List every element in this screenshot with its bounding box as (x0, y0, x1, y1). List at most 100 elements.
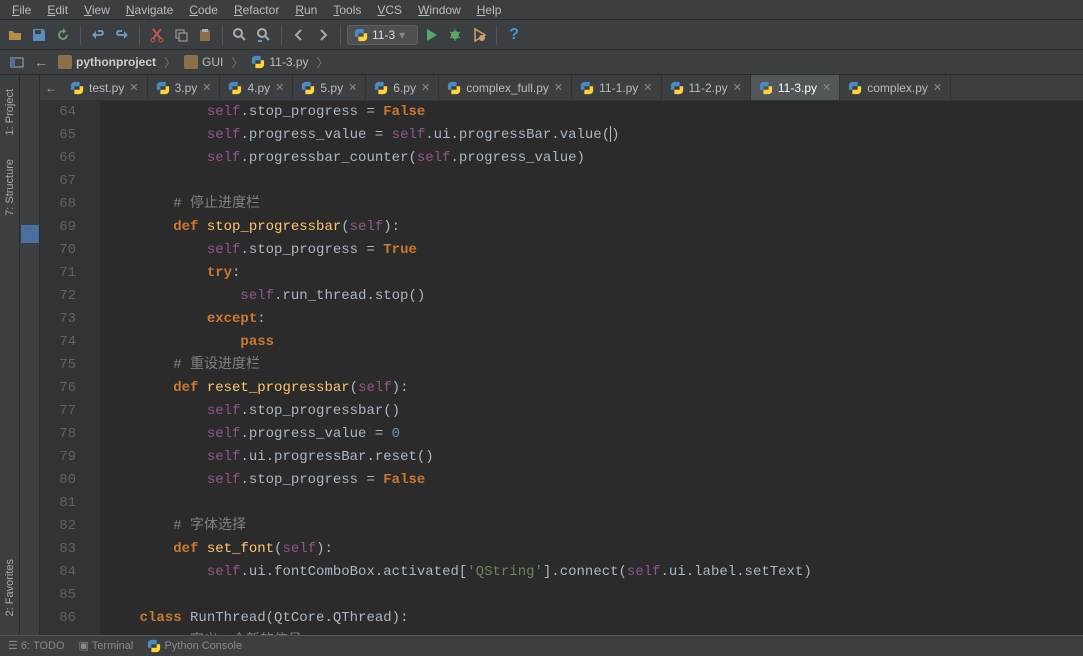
breadcrumb: ← pythonproject 〉 GUI 〉 11-3.py 〉 (0, 50, 1083, 75)
sidebar-tab-structure[interactable]: 7: Structure (2, 155, 18, 220)
menu-tools[interactable]: Tools (325, 1, 369, 18)
status-bar: ☰ 6: TODO ▣ Terminal Python Console (0, 635, 1083, 655)
python-icon (301, 81, 315, 95)
toolbar: 11-3 ▾ ? (0, 20, 1083, 50)
run-config-selector[interactable]: 11-3 ▾ (347, 25, 418, 45)
tab-label: 5.py (320, 81, 343, 95)
tab-label: 11-1.py (599, 81, 638, 95)
python-icon (156, 81, 170, 95)
file-tab[interactable]: 5.py ✕ (293, 75, 366, 100)
run-icon[interactable] (420, 24, 442, 46)
editor-tabs: ← test.py✕3.py✕4.py✕5.py✕6.py✕complex_fu… (40, 75, 1083, 101)
menu-help[interactable]: Help (469, 1, 510, 18)
file-tab[interactable]: 4.py ✕ (220, 75, 293, 100)
redo-icon[interactable] (111, 24, 133, 46)
cut-icon[interactable] (146, 24, 168, 46)
tab-label: complex.py (867, 81, 928, 95)
help-icon[interactable]: ? (503, 24, 525, 46)
menu-file[interactable]: File (4, 1, 39, 18)
menu-edit[interactable]: Edit (39, 1, 76, 18)
paste-icon[interactable] (194, 24, 216, 46)
python-icon (580, 81, 594, 95)
find-icon[interactable] (229, 24, 251, 46)
folder-icon (58, 55, 72, 69)
collapse-icon[interactable] (6, 51, 28, 73)
line-number-gutter: 6465666768697071727374757677787980818283… (40, 101, 88, 655)
menu-bar: FileEditViewNavigateCodeRefactorRunTools… (0, 0, 1083, 20)
python-icon (251, 55, 265, 69)
python-icon (759, 81, 773, 95)
active-indicator (21, 225, 39, 243)
source-text[interactable]: self.stop_progress = False self.progress… (100, 101, 1083, 655)
save-icon[interactable] (28, 24, 50, 46)
close-icon[interactable]: ✕ (822, 81, 831, 94)
file-tab[interactable]: test.py ✕ (62, 75, 148, 100)
file-tab[interactable]: complex.py ✕ (840, 75, 951, 100)
run-tests-icon[interactable] (468, 24, 490, 46)
tab-label: 3.py (175, 81, 198, 95)
debug-icon[interactable] (444, 24, 466, 46)
python-icon (670, 81, 684, 95)
tab-label: complex_full.py (466, 81, 549, 95)
close-icon[interactable]: ✕ (202, 81, 211, 94)
file-tab[interactable]: 11-3.py ✕ (751, 75, 840, 100)
python-icon (374, 81, 388, 95)
status-todo[interactable]: ☰ 6: TODO (8, 639, 65, 652)
replace-icon[interactable] (253, 24, 275, 46)
code-editor[interactable]: 6465666768697071727374757677787980818283… (40, 101, 1083, 655)
file-tab[interactable]: 11-1.py ✕ (572, 75, 661, 100)
menu-view[interactable]: View (76, 1, 118, 18)
tab-left-icon[interactable]: ← (30, 51, 52, 73)
tab-scroll-left-icon[interactable]: ← (40, 77, 62, 99)
crumb-file[interactable]: 11-3.py (247, 53, 312, 71)
close-icon[interactable]: ✕ (733, 81, 742, 94)
close-icon[interactable]: ✕ (554, 81, 563, 94)
file-tab[interactable]: 11-2.py ✕ (662, 75, 751, 100)
fold-column (88, 101, 100, 655)
python-icon (70, 81, 84, 95)
separator (281, 25, 282, 45)
run-config-label: 11-3 (372, 28, 395, 42)
refresh-icon[interactable] (52, 24, 74, 46)
status-console[interactable]: Python Console (147, 639, 242, 653)
separator (222, 25, 223, 45)
undo-icon[interactable] (87, 24, 109, 46)
chevron-right-icon: 〉 (229, 54, 245, 71)
close-icon[interactable]: ✕ (275, 81, 284, 94)
tab-label: 11-3.py (778, 81, 817, 95)
tab-label: test.py (89, 81, 124, 95)
menu-run[interactable]: Run (287, 1, 325, 18)
file-tab[interactable]: 6.py ✕ (366, 75, 439, 100)
close-icon[interactable]: ✕ (643, 81, 652, 94)
copy-icon[interactable] (170, 24, 192, 46)
forward-icon[interactable] (312, 24, 334, 46)
back-icon[interactable] (288, 24, 310, 46)
python-icon (354, 28, 368, 42)
menu-code[interactable]: Code (181, 1, 226, 18)
menu-window[interactable]: Window (410, 1, 469, 18)
status-terminal[interactable]: ▣ Terminal (79, 639, 134, 652)
menu-vcs[interactable]: VCS (369, 1, 410, 18)
close-icon[interactable]: ✕ (129, 81, 138, 94)
crumb-folder[interactable]: GUI (180, 53, 227, 71)
separator (139, 25, 140, 45)
sidebar-tab-project[interactable]: 1: Project (2, 85, 18, 139)
file-tab[interactable]: complex_full.py ✕ (439, 75, 572, 100)
tab-label: 11-2.py (689, 81, 728, 95)
python-icon (228, 81, 242, 95)
tab-label: 6.py (393, 81, 416, 95)
sidebar-tab-favorites[interactable]: 2: Favorites (2, 555, 18, 620)
file-tab[interactable]: 3.py ✕ (148, 75, 221, 100)
crumb-project[interactable]: pythonproject (54, 53, 160, 71)
left-pane-collapsed (20, 75, 40, 655)
close-icon[interactable]: ✕ (421, 81, 430, 94)
menu-navigate[interactable]: Navigate (118, 1, 181, 18)
menu-refactor[interactable]: Refactor (226, 1, 287, 18)
separator (80, 25, 81, 45)
close-icon[interactable]: ✕ (348, 81, 357, 94)
tab-label: 4.py (247, 81, 270, 95)
close-icon[interactable]: ✕ (933, 81, 942, 94)
folder-icon (184, 55, 198, 69)
open-icon[interactable] (4, 24, 26, 46)
separator (496, 25, 497, 45)
